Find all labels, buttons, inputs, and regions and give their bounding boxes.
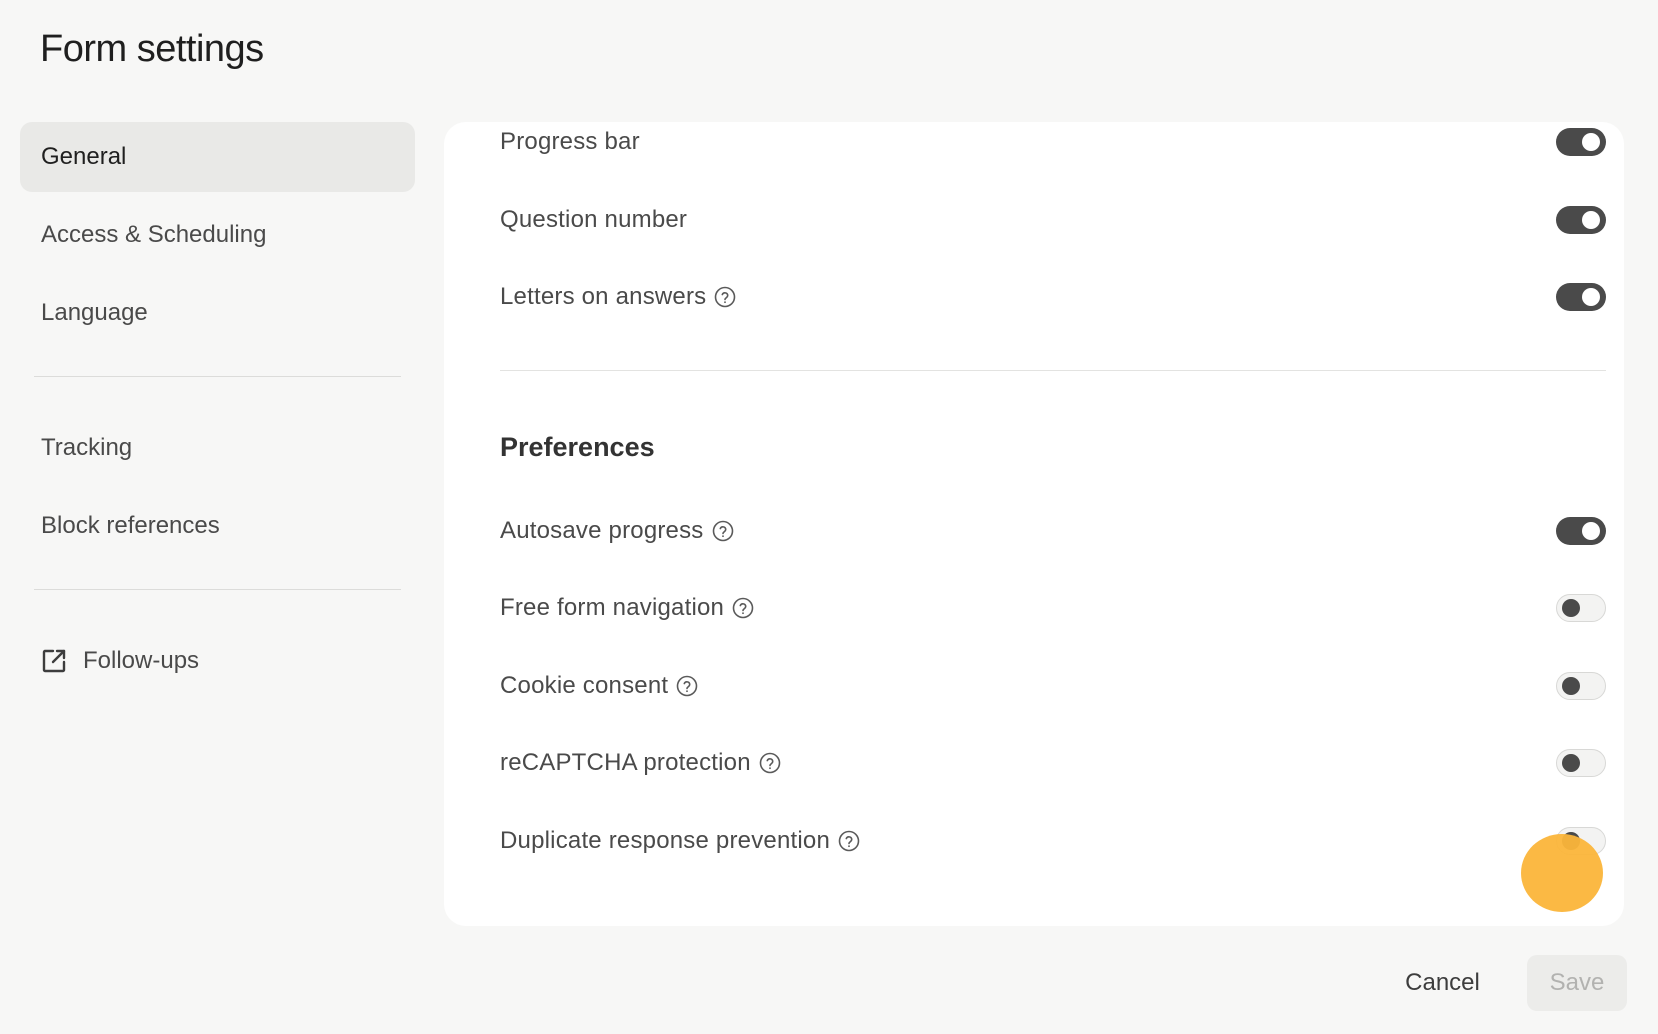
sidebar-item-label: Tracking xyxy=(41,434,133,461)
autosave-progress-toggle[interactable] xyxy=(1556,517,1606,545)
sidebar-item-language[interactable]: Language xyxy=(20,278,415,348)
settings-panel: Progress bar Question number Letters on … xyxy=(444,122,1624,926)
help-icon[interactable] xyxy=(838,830,860,852)
help-icon[interactable] xyxy=(676,675,698,697)
setting-row-question-number: Question number xyxy=(500,200,1606,240)
setting-label: Question number xyxy=(500,206,688,233)
free-form-navigation-toggle[interactable] xyxy=(1556,594,1606,622)
sidebar-item-access-scheduling[interactable]: Access & Scheduling xyxy=(20,200,415,270)
sidebar-item-label: Follow-ups xyxy=(83,647,200,674)
setting-row-letters-on-answers: Letters on answers xyxy=(500,277,1606,317)
setting-label: Progress bar xyxy=(500,128,640,155)
help-icon[interactable] xyxy=(732,597,754,619)
sidebar-item-label: Access & Scheduling xyxy=(41,221,267,248)
setting-row-progress-bar: Progress bar xyxy=(500,122,1606,162)
sidebar-divider xyxy=(34,589,401,590)
setting-row-recaptcha-protection: reCAPTCHA protection xyxy=(500,743,1606,783)
sidebar-item-label: General xyxy=(41,143,127,170)
sidebar-item-general[interactable]: General xyxy=(20,122,415,192)
setting-row-autosave-progress: Autosave progress xyxy=(500,511,1606,551)
settings-sidebar: General Access & Scheduling Language Tra… xyxy=(20,122,415,704)
duplicate-response-prevention-toggle[interactable] xyxy=(1556,827,1606,855)
setting-row-cookie-consent: Cookie consent xyxy=(500,666,1606,706)
letters-on-answers-toggle[interactable] xyxy=(1556,283,1606,311)
cancel-button[interactable]: Cancel xyxy=(1380,955,1505,1011)
external-link-icon xyxy=(41,648,67,674)
cookie-consent-toggle[interactable] xyxy=(1556,672,1606,700)
setting-label: Letters on answers xyxy=(500,283,707,310)
section-heading-preferences: Preferences xyxy=(500,432,655,462)
help-icon[interactable] xyxy=(714,286,736,308)
sidebar-item-label: Language xyxy=(41,299,148,326)
sidebar-item-tracking[interactable]: Tracking xyxy=(20,413,415,483)
sidebar-item-block-references[interactable]: Block references xyxy=(20,491,415,561)
help-icon[interactable] xyxy=(759,752,781,774)
setting-row-free-form-navigation: Free form navigation xyxy=(500,588,1606,628)
sidebar-item-follow-ups[interactable]: Follow-ups xyxy=(20,626,415,696)
section-divider xyxy=(500,370,1606,371)
question-number-toggle[interactable] xyxy=(1556,206,1606,234)
setting-label: Autosave progress xyxy=(500,517,704,544)
setting-row-duplicate-response-prevention: Duplicate response prevention xyxy=(500,821,1606,861)
setting-label: Cookie consent xyxy=(500,672,669,699)
recaptcha-protection-toggle[interactable] xyxy=(1556,749,1606,777)
sidebar-divider xyxy=(34,376,401,377)
setting-label: reCAPTCHA protection xyxy=(500,749,751,776)
save-button[interactable]: Save xyxy=(1527,955,1627,1011)
page-title: Form settings xyxy=(40,28,264,70)
progress-bar-toggle[interactable] xyxy=(1556,128,1606,156)
setting-label: Duplicate response prevention xyxy=(500,827,830,854)
sidebar-item-label: Block references xyxy=(41,512,220,539)
help-icon[interactable] xyxy=(712,520,734,542)
setting-label: Free form navigation xyxy=(500,594,725,621)
